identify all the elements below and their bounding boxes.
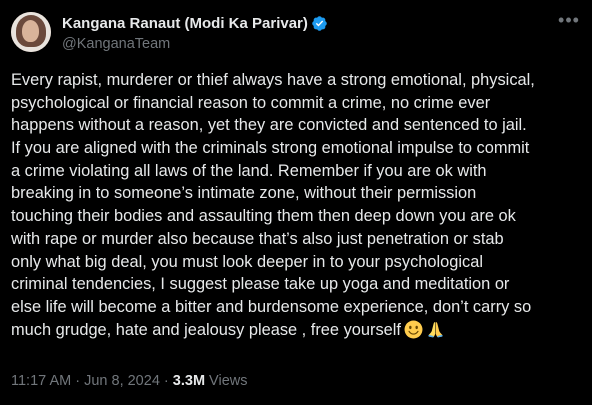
meta-separator: · <box>71 373 85 389</box>
tweet: Kangana Ranaut (Modi Ka Parivar) @Kangan… <box>0 0 592 405</box>
folded-hands-emoji-icon <box>428 321 443 337</box>
author-handle[interactable]: @KanganaTeam <box>62 36 170 52</box>
author-name[interactable]: Kangana Ranaut (Modi Ka Parivar) <box>62 15 308 32</box>
tweet-meta: 11:17 AM · Jun 8, 2024 · 3.3M Views <box>11 373 247 389</box>
tweet-time[interactable]: 11:17 AM <box>11 373 71 389</box>
tweet-line: touching their bodies and assaulting the… <box>11 207 516 226</box>
tweet-text: Every rapist, murderer or thief always h… <box>11 69 583 341</box>
tweet-line: with rape or murder also because that’s … <box>11 229 504 248</box>
tweet-date[interactable]: Jun 8, 2024 <box>84 373 160 389</box>
avatar[interactable] <box>11 12 51 52</box>
slightly-smiling-face-emoji-icon <box>404 320 423 339</box>
tweet-line-text: much grudge, hate and jealousy please , … <box>11 320 401 339</box>
tweet-line: criminal tendencies, I suggest please ta… <box>11 275 510 294</box>
tweet-line: Every rapist, murderer or thief always h… <box>11 71 535 89</box>
tweet-line: breaking in to someone’s intimate zone, … <box>11 184 477 203</box>
tweet-line: else life will become a bitter and burde… <box>11 297 532 316</box>
views-label: Views <box>205 373 248 389</box>
verified-badge-icon <box>312 16 327 31</box>
meta-separator: · <box>159 373 173 389</box>
tweet-line: psychological or financial reason to com… <box>11 93 491 112</box>
more-options-icon[interactable]: ••• <box>556 10 582 34</box>
tweet-line: happens without a reason, yet they are c… <box>11 116 527 135</box>
tweet-line: a crime violating all laws of the land. … <box>11 161 487 180</box>
tweet-line: only what big deal, you must look deeper… <box>11 252 483 271</box>
tweet-line-last: much grudge, hate and jealousy please , … <box>11 319 583 342</box>
views-count: 3.3M <box>172 373 206 389</box>
tweet-line: If you are aligned with the criminals st… <box>11 139 530 158</box>
author-name-row[interactable]: Kangana Ranaut (Modi Ka Parivar) <box>62 15 328 32</box>
